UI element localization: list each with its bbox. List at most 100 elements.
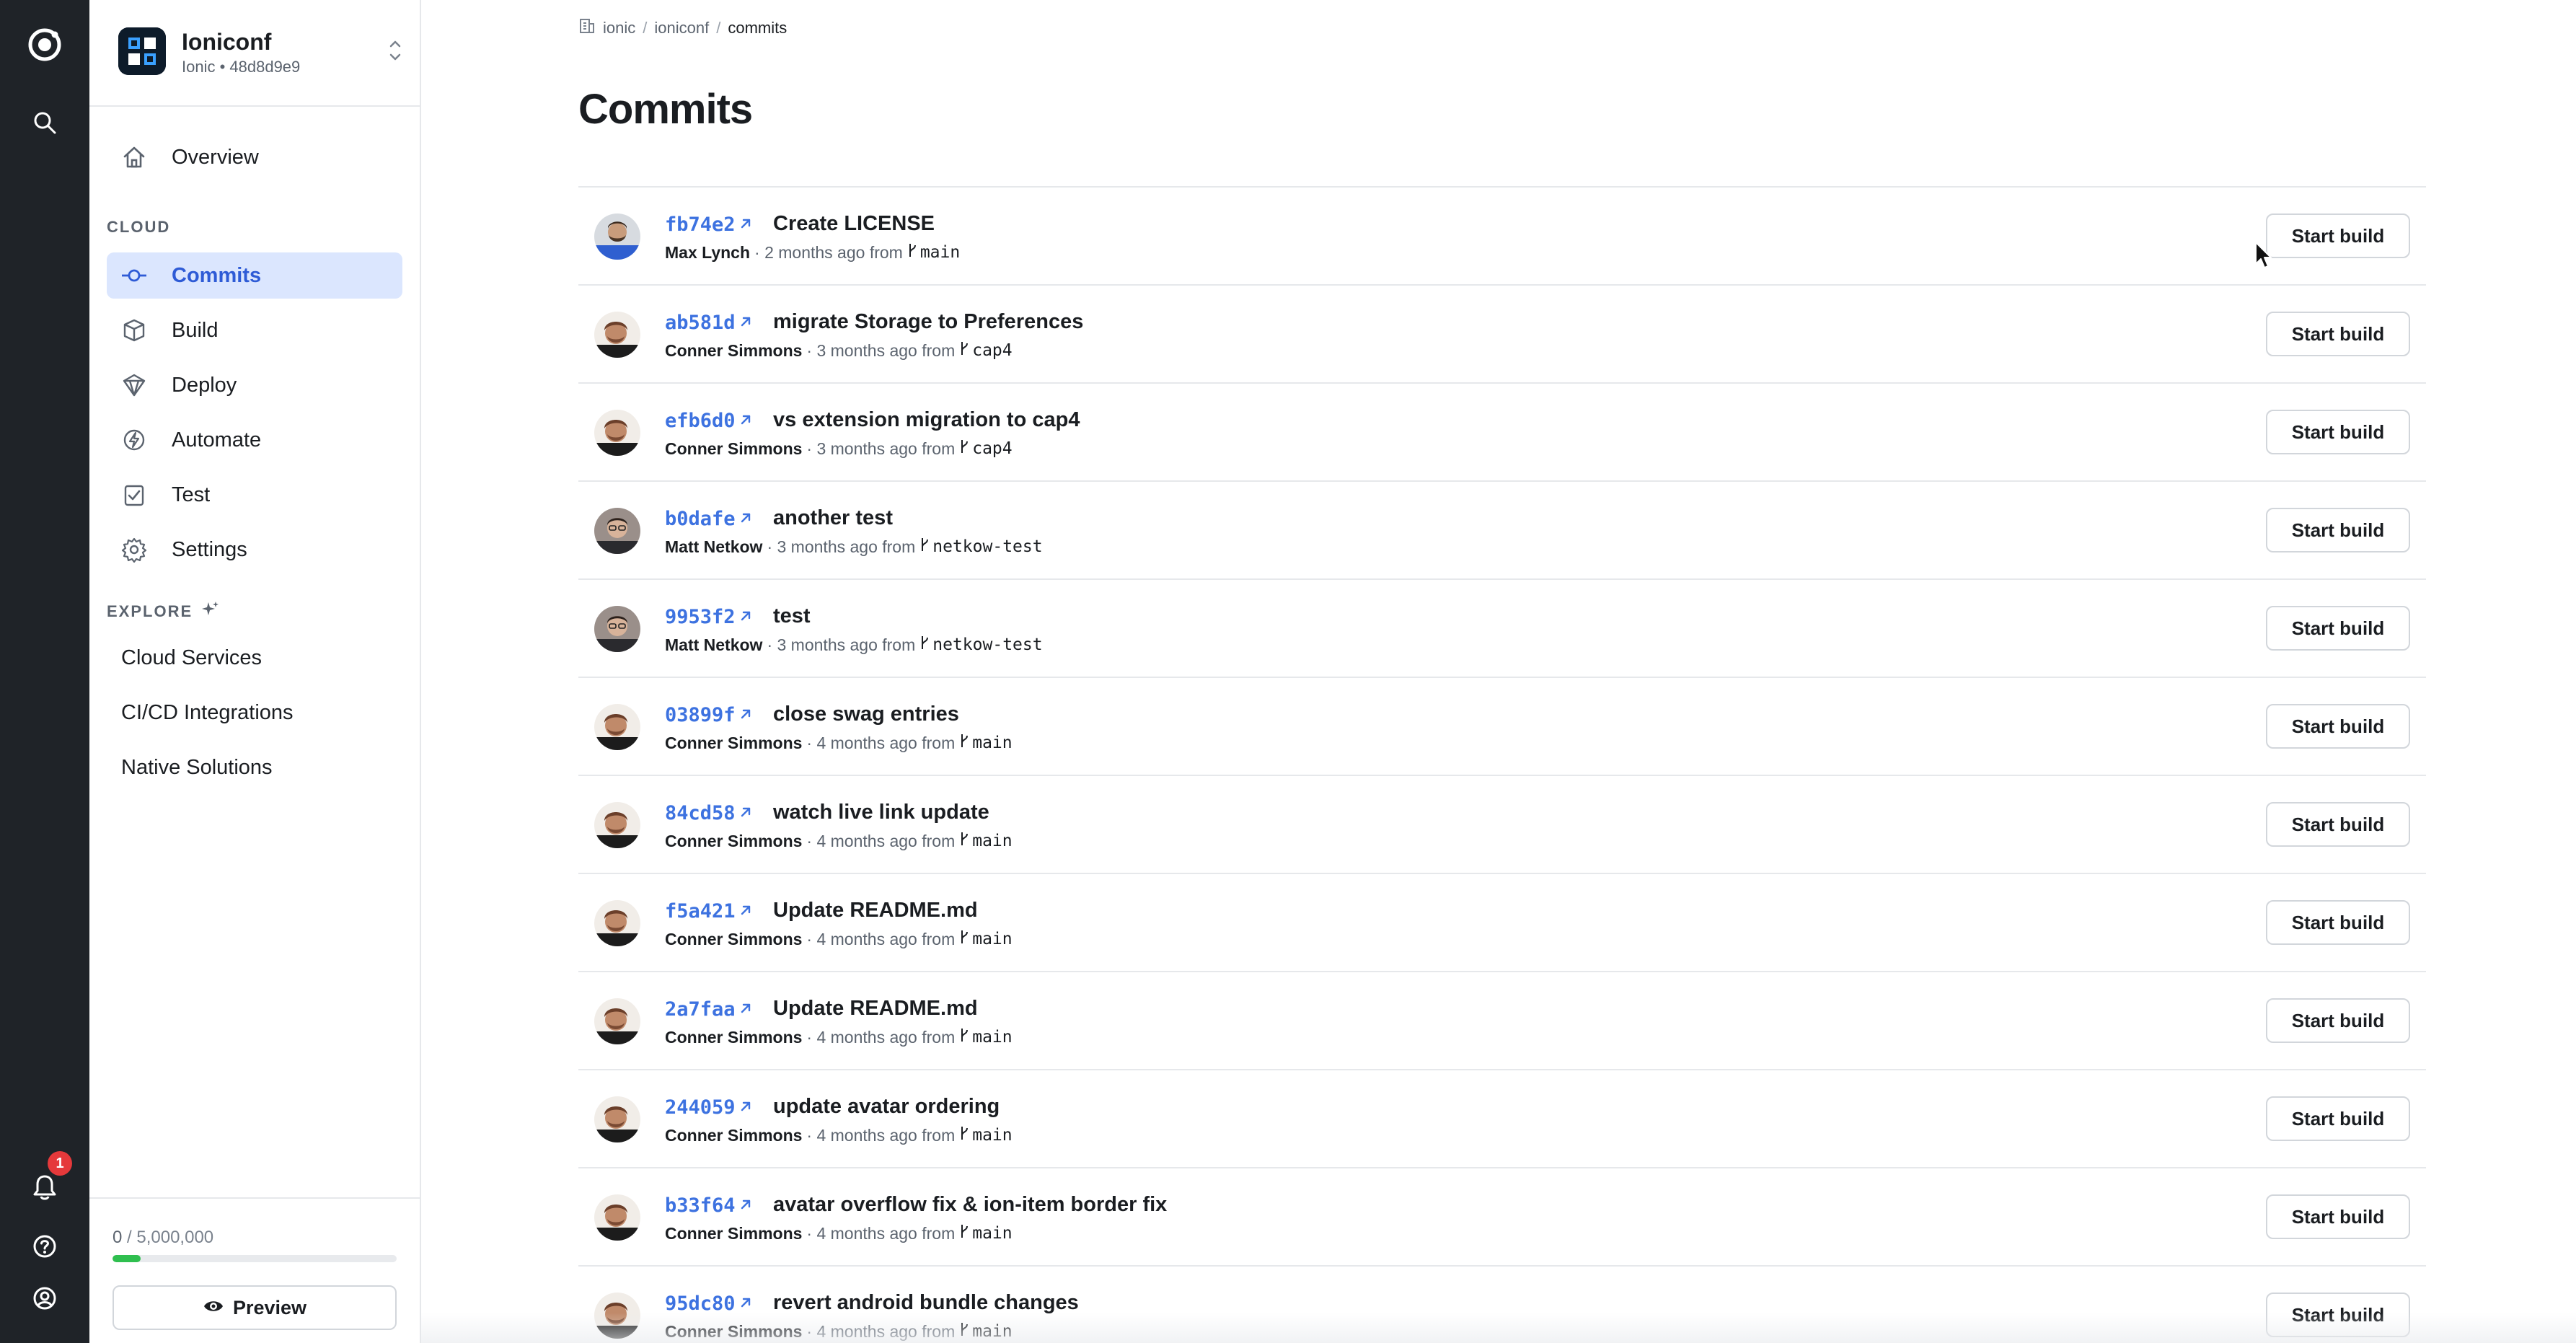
breadcrumb-org[interactable]: ionic bbox=[603, 19, 635, 38]
search-icon[interactable] bbox=[22, 100, 68, 146]
start-build-button[interactable]: Start build bbox=[2266, 1194, 2410, 1239]
commit-sha-link[interactable]: b0dafe bbox=[665, 508, 753, 530]
usage-bar bbox=[113, 1255, 397, 1262]
commit-meta: Conner Simmons · 4 months ago from main bbox=[665, 733, 1013, 753]
help-icon[interactable] bbox=[22, 1223, 68, 1269]
breadcrumb-app[interactable]: ioniconf bbox=[654, 19, 709, 38]
explore-item-cicd-integrations[interactable]: CI/CD Integrations bbox=[121, 701, 294, 725]
icon-rail: 1 bbox=[0, 0, 89, 1343]
commit-branch: main bbox=[959, 1321, 1013, 1342]
start-build-button[interactable]: Start build bbox=[2266, 1293, 2410, 1337]
app-switcher[interactable]: Ioniconf Ionic • 48d8d9e9 bbox=[89, 0, 420, 107]
start-build-button[interactable]: Start build bbox=[2266, 802, 2410, 847]
preview-button[interactable]: Preview bbox=[113, 1285, 397, 1330]
commit-sha-link[interactable]: efb6d0 bbox=[665, 410, 753, 432]
start-build-button[interactable]: Start build bbox=[2266, 213, 2410, 258]
explore-item-native-solutions[interactable]: Native Solutions bbox=[121, 756, 273, 780]
commit-sha-link[interactable]: f5a421 bbox=[665, 900, 753, 923]
sidebar-item-overview[interactable]: Overview bbox=[107, 134, 402, 180]
page-title: Commits bbox=[578, 86, 753, 133]
breadcrumb-separator: / bbox=[643, 19, 648, 37]
sidebar-item-label: Settings bbox=[172, 537, 247, 561]
commit-branch: main bbox=[959, 831, 1013, 851]
sidebar-item-settings[interactable]: Settings bbox=[107, 527, 402, 573]
explore-section-label: EXPLORE bbox=[107, 600, 220, 623]
start-build-button[interactable]: Start build bbox=[2266, 312, 2410, 356]
sidebar-item-deploy[interactable]: Deploy bbox=[107, 362, 402, 408]
start-build-button[interactable]: Start build bbox=[2266, 410, 2410, 454]
avatar bbox=[594, 1096, 640, 1142]
external-link-icon bbox=[738, 1194, 753, 1217]
commit-branch: cap4 bbox=[959, 439, 1013, 459]
start-build-button[interactable]: Start build bbox=[2266, 508, 2410, 552]
branch-name: netkow-test bbox=[932, 537, 1043, 556]
commit-sha-link[interactable]: 03899f bbox=[665, 704, 753, 726]
start-build-button[interactable]: Start build bbox=[2266, 1096, 2410, 1141]
external-link-icon bbox=[738, 1096, 753, 1119]
avatar bbox=[594, 704, 640, 750]
notification-count-badge: 1 bbox=[48, 1151, 72, 1176]
branch-name: cap4 bbox=[972, 439, 1013, 458]
sidebar-item-automate[interactable]: Automate bbox=[107, 417, 402, 463]
commit-sha: fb74e2 bbox=[665, 213, 736, 236]
sidebar-item-commits[interactable]: Commits bbox=[107, 252, 402, 299]
commit-sha-link[interactable]: 244059 bbox=[665, 1096, 753, 1119]
start-build-button[interactable]: Start build bbox=[2266, 900, 2410, 945]
commit-meta: Conner Simmons · 4 months ago from main bbox=[665, 1223, 1013, 1243]
commit-sha-link[interactable]: 95dc80 bbox=[665, 1293, 753, 1315]
branch-name: main bbox=[972, 1224, 1013, 1243]
sidebar-item-label: Deploy bbox=[172, 373, 237, 397]
commit-sha: b0dafe bbox=[665, 508, 736, 530]
commit-sha: 95dc80 bbox=[665, 1293, 736, 1315]
commit-author: Matt Netkow bbox=[665, 537, 763, 556]
commit-message: revert android bundle changes bbox=[773, 1291, 1079, 1314]
commit-meta: Max Lynch · 2 months ago from main bbox=[665, 242, 960, 263]
commit-sha-link[interactable]: 2a7faa bbox=[665, 998, 753, 1021]
sidebar-item-label: Commits bbox=[172, 263, 262, 287]
commit-row: f5a421 Update README.md Conner Simmons · 4 … bbox=[578, 874, 2426, 972]
account-icon[interactable] bbox=[22, 1275, 68, 1321]
start-build-button[interactable]: Start build bbox=[2266, 998, 2410, 1043]
sidebar-item-label: Automate bbox=[172, 428, 262, 452]
commit-sha-link[interactable]: 84cd58 bbox=[665, 802, 753, 824]
commit-author: Conner Simmons bbox=[665, 1125, 803, 1145]
commit-row: 84cd58 watch live link update Conner Simmo… bbox=[578, 776, 2426, 874]
commit-sha-link[interactable]: fb74e2 bbox=[665, 213, 753, 236]
sidebar-item-build[interactable]: Build bbox=[107, 307, 402, 353]
commit-message: Create LICENSE bbox=[773, 212, 935, 235]
external-link-icon bbox=[738, 704, 753, 726]
commit-time: · 4 months ago from bbox=[806, 929, 956, 948]
commit-sha-link[interactable]: ab581d bbox=[665, 312, 753, 334]
commit-sha-link[interactable]: 9953f2 bbox=[665, 606, 753, 628]
external-link-icon bbox=[738, 1293, 753, 1315]
commit-sha-link[interactable]: b33f64 bbox=[665, 1194, 753, 1217]
start-build-button[interactable]: Start build bbox=[2266, 606, 2410, 651]
commit-author: Conner Simmons bbox=[665, 929, 803, 948]
commit-author: Conner Simmons bbox=[665, 733, 803, 752]
branch-icon bbox=[959, 929, 969, 949]
commit-row: b0dafe another test Matt Netkow · 3 months … bbox=[578, 482, 2426, 580]
commit-time: · 4 months ago from bbox=[806, 1321, 956, 1341]
commit-sha: 244059 bbox=[665, 1096, 736, 1119]
external-link-icon bbox=[738, 508, 753, 530]
explore-item-cloud-services[interactable]: Cloud Services bbox=[121, 646, 262, 670]
commit-author: Conner Simmons bbox=[665, 1027, 803, 1047]
commit-meta: Conner Simmons · 4 months ago from main bbox=[665, 831, 1013, 851]
commit-time: · 3 months ago from bbox=[767, 635, 916, 654]
app-subtitle: Ionic • 48d8d9e9 bbox=[182, 58, 301, 76]
sidebar-item-test[interactable]: Test bbox=[107, 472, 402, 518]
start-build-button[interactable]: Start build bbox=[2266, 704, 2410, 749]
sidebar-item-label: Test bbox=[172, 483, 211, 506]
commit-time: · 4 months ago from bbox=[806, 1125, 956, 1145]
commit-message: another test bbox=[773, 506, 893, 529]
branch-icon bbox=[959, 439, 969, 459]
commit-branch: main bbox=[959, 1223, 1013, 1243]
commit-row: 9953f2 test Matt Netkow · 3 months ago from… bbox=[578, 580, 2426, 678]
usage-bar-fill bbox=[113, 1255, 141, 1262]
commit-meta: Conner Simmons · 4 months ago from main bbox=[665, 929, 1013, 949]
notifications-icon[interactable]: 1 bbox=[22, 1151, 72, 1210]
commit-message: migrate Storage to Preferences bbox=[773, 310, 1084, 333]
home-icon bbox=[118, 141, 150, 173]
ionic-logo-icon[interactable] bbox=[22, 22, 68, 68]
branch-name: main bbox=[919, 243, 961, 262]
